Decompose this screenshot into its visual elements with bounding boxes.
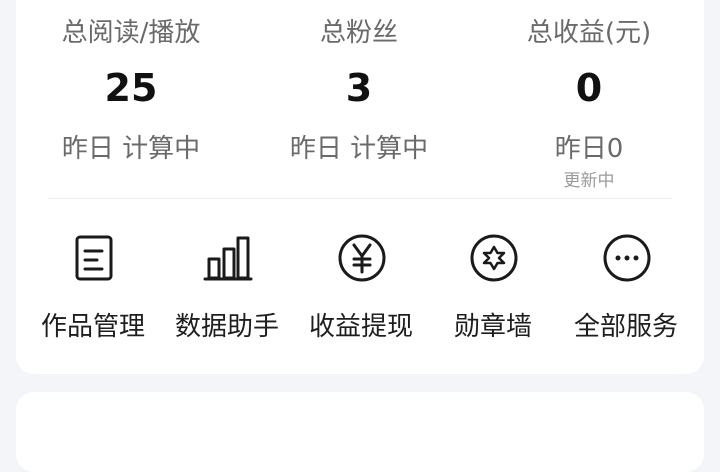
divider <box>48 198 672 199</box>
stat-update-note: 更新中 <box>563 171 615 191</box>
service-badge-wall[interactable]: 勋章墙 <box>426 226 560 346</box>
service-all-services[interactable]: 全部服务 <box>559 226 693 346</box>
stat-label: 总粉丝 <box>319 18 398 48</box>
service-label: 全部服务 <box>573 312 678 342</box>
star-badge-icon <box>468 232 520 284</box>
bar-chart-icon <box>202 232 254 284</box>
service-grid: 作品管理 数据助手 收益提现 勋章墙 全部服务 <box>16 226 704 346</box>
stat-yesterday: 昨日 计算中 <box>289 134 429 164</box>
stats-row: 总阅读/播放 25 昨日 计算中 总粉丝 3 昨日 计算中 总收益(元) 0 昨… <box>16 0 704 196</box>
stat-value: 3 <box>345 66 373 110</box>
service-label: 作品管理 <box>40 312 145 342</box>
more-dots-icon <box>601 232 653 284</box>
stat-yesterday: 昨日 计算中 <box>61 134 201 164</box>
service-label: 勋章墙 <box>453 312 532 342</box>
stat-value: 25 <box>104 66 158 110</box>
creator-stats-card: 总阅读/播放 25 昨日 计算中 总粉丝 3 昨日 计算中 总收益(元) 0 昨… <box>16 0 704 374</box>
yen-coin-icon <box>336 232 388 284</box>
stat-label: 总收益(元) <box>526 18 652 48</box>
service-label: 数据助手 <box>174 312 279 342</box>
stat-yesterday: 昨日0 <box>554 134 624 164</box>
document-icon <box>68 232 120 284</box>
service-earnings-withdraw[interactable]: 收益提现 <box>294 226 428 346</box>
stat-label: 总阅读/播放 <box>61 18 201 48</box>
service-works-management[interactable]: 作品管理 <box>26 226 160 346</box>
service-label: 收益提现 <box>308 312 413 342</box>
service-data-assistant[interactable]: 数据助手 <box>160 226 294 346</box>
next-card <box>16 392 704 472</box>
stat-value: 0 <box>575 66 603 110</box>
